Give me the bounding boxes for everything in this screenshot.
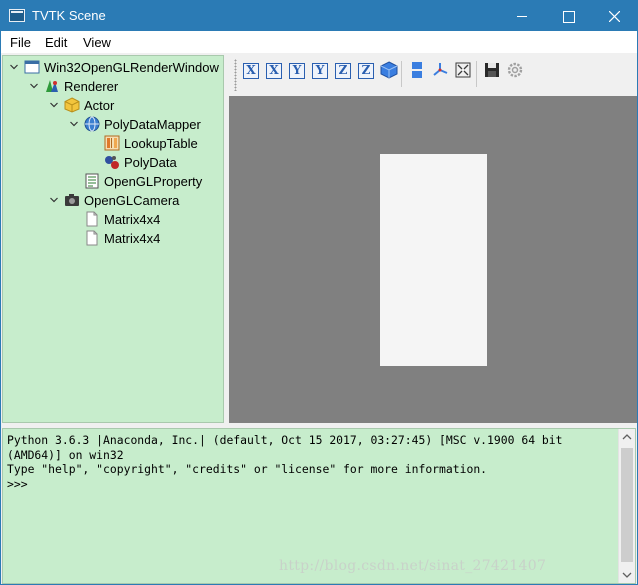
toolbar-grip[interactable]: [234, 59, 237, 91]
isometric-cube-button[interactable]: [380, 61, 398, 79]
expand-chevron-icon[interactable]: [49, 193, 59, 203]
tree-item[interactable]: LookupTable: [3, 134, 223, 153]
view-y-plus-button[interactable]: Y: [288, 62, 306, 80]
axes-icon: [433, 63, 448, 76]
tree-item-label: Matrix4x4: [104, 231, 161, 246]
watermark: http://blog.csdn.net/sinat_27421407: [279, 558, 547, 574]
view-z-plus-button[interactable]: Z: [334, 62, 352, 80]
view-x-plus-button[interactable]: X: [242, 62, 260, 80]
minimize-button[interactable]: [499, 1, 545, 31]
scene-toolbar: XXYYZZ: [230, 55, 637, 95]
parallel-projection-button[interactable]: [408, 61, 426, 79]
render-view[interactable]: [229, 96, 637, 423]
scroll-thumb[interactable]: [621, 448, 633, 562]
renderer-icon: [44, 78, 60, 94]
tree-item-label: OpenGLProperty: [104, 174, 203, 189]
mapper-globe-icon: [84, 116, 100, 132]
scroll-up-icon[interactable]: [619, 429, 635, 446]
tree-item[interactable]: Matrix4x4: [3, 229, 223, 248]
camera-icon: [64, 192, 80, 208]
tree-item-label: PolyDataMapper: [104, 117, 201, 132]
pipeline-tree[interactable]: Win32OpenGLRenderWindow Renderer Actor Poly…: [2, 55, 224, 423]
view-axis-letter: Y: [292, 63, 302, 77]
document-icon: [84, 230, 100, 246]
view-axis-letter: Z: [361, 63, 371, 77]
window-title: TVTK Scene: [32, 8, 106, 23]
tree-item[interactable]: OpenGLProperty: [3, 172, 223, 191]
actor-cube-icon: [64, 97, 80, 113]
save-icon: [485, 63, 499, 77]
view-axis-letter: X: [269, 63, 279, 77]
gear-icon: [507, 62, 523, 78]
toolbar-separator: [401, 61, 402, 87]
fullscreen-button[interactable]: [454, 61, 472, 79]
menu-bar: File Edit View: [1, 31, 637, 53]
console-output[interactable]: Python 3.6.3 |Anaconda, Inc.| (default, …: [7, 433, 562, 491]
document-icon: [84, 211, 100, 227]
title-bar[interactable]: TVTK Scene: [1, 1, 637, 31]
rendered-object: [380, 154, 487, 366]
tree-item[interactable]: Renderer: [3, 77, 223, 96]
view-z-minus-button[interactable]: Z: [357, 62, 375, 80]
menu-view[interactable]: View: [83, 35, 111, 50]
view-axis-letter: Y: [315, 63, 325, 77]
tree-item[interactable]: Win32OpenGLRenderWindow: [3, 58, 223, 77]
expand-chevron-icon[interactable]: [9, 60, 19, 70]
toolbar-separator: [476, 61, 477, 87]
tree-item-label: Matrix4x4: [104, 212, 161, 227]
expand-chevron-icon[interactable]: [69, 117, 79, 127]
tree-item-label: Renderer: [64, 79, 119, 94]
lookup-table-icon: [104, 135, 120, 151]
tree-item[interactable]: Actor: [3, 96, 223, 115]
tree-item-label: LookupTable: [124, 136, 198, 151]
close-icon: [609, 11, 620, 22]
tree-item[interactable]: OpenGLCamera: [3, 191, 223, 210]
maximize-button[interactable]: [545, 1, 591, 31]
save-button[interactable]: [483, 61, 501, 79]
expand-chevron-icon[interactable]: [49, 98, 59, 108]
view-x-minus-button[interactable]: X: [265, 62, 283, 80]
tvtk-scene-window: TVTK Scene File Edit View Win32OpenGLRen…: [0, 0, 638, 585]
property-sheet-icon: [84, 173, 100, 189]
tree-item[interactable]: PolyData: [3, 153, 223, 172]
tree-item-label: Actor: [84, 98, 115, 113]
tree-item-label: OpenGLCamera: [84, 193, 180, 208]
view-axis-letter: X: [246, 63, 256, 77]
tree-item-label: PolyData: [124, 155, 177, 170]
tree-item-label: Win32OpenGLRenderWindow: [44, 60, 219, 75]
close-button[interactable]: [591, 1, 637, 31]
console-scrollbar[interactable]: [618, 429, 635, 583]
tree-item[interactable]: Matrix4x4: [3, 210, 223, 229]
menu-edit[interactable]: Edit: [45, 35, 67, 50]
isometric-cube-icon: [380, 61, 398, 79]
axes-button[interactable]: [431, 61, 449, 79]
scroll-down-icon[interactable]: [619, 566, 635, 583]
gear-button[interactable]: [506, 61, 524, 79]
parallel-projection-icon: [412, 62, 422, 78]
expand-chevron-icon[interactable]: [29, 79, 39, 89]
view-axis-letter: Z: [338, 63, 348, 77]
view-y-minus-button[interactable]: Y: [311, 62, 329, 80]
app-window-icon: [9, 9, 25, 22]
tree-item[interactable]: PolyDataMapper: [3, 115, 223, 134]
render-window-icon: [24, 59, 40, 75]
menu-file[interactable]: File: [10, 35, 31, 50]
fullscreen-icon: [455, 62, 471, 78]
polydata-icon: [104, 154, 120, 170]
